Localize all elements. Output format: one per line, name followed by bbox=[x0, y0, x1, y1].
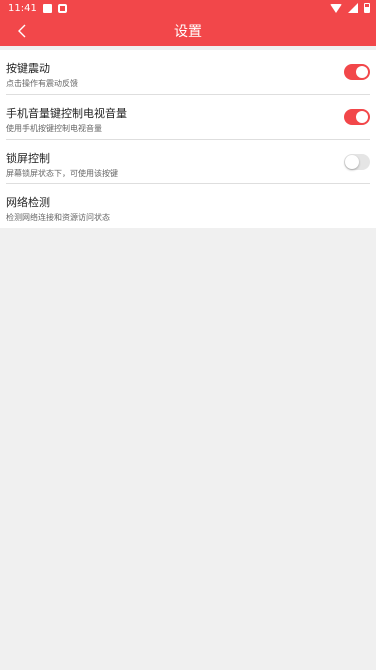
back-button[interactable] bbox=[10, 16, 34, 46]
settings-icon bbox=[57, 3, 67, 13]
nav-bar: 设置 bbox=[0, 16, 376, 46]
toggle-knob bbox=[345, 155, 359, 169]
toggle-knob bbox=[356, 66, 368, 78]
status-icons bbox=[330, 3, 370, 13]
setting-subtitle: 使用手机按键控制电视音量 bbox=[6, 124, 102, 133]
app-header: 11:41 设置 bbox=[0, 0, 376, 46]
notification-square-icon bbox=[42, 3, 52, 13]
setting-key-vibration: 按键震动 点击操作有震动反馈 bbox=[0, 50, 376, 94]
setting-network-check[interactable]: 网络检测 检测网络连接和资源访问状态 bbox=[0, 184, 376, 228]
setting-subtitle: 点击操作有震动反馈 bbox=[6, 79, 78, 88]
setting-subtitle: 屏幕锁屏状态下，可使用该按键 bbox=[6, 169, 118, 178]
lock-screen-toggle[interactable] bbox=[344, 154, 370, 170]
setting-title: 锁屏控制 bbox=[6, 152, 50, 165]
setting-title: 按键震动 bbox=[6, 62, 50, 75]
setting-title: 手机音量键控制电视音量 bbox=[6, 107, 127, 120]
toggle-knob bbox=[356, 111, 368, 123]
setting-volume-key-control: 手机音量键控制电视音量 使用手机按键控制电视音量 bbox=[0, 95, 376, 139]
setting-lock-screen-control: 锁屏控制 屏幕锁屏状态下，可使用该按键 bbox=[0, 140, 376, 184]
wifi-icon bbox=[330, 3, 342, 13]
signal-icon bbox=[348, 3, 358, 13]
volume-key-toggle[interactable] bbox=[344, 109, 370, 125]
settings-list: 按键震动 点击操作有震动反馈 手机音量键控制电视音量 使用手机按键控制电视音量 … bbox=[0, 50, 376, 228]
battery-icon bbox=[364, 3, 370, 13]
chevron-left-icon bbox=[18, 24, 26, 38]
setting-subtitle: 检测网络连接和资源访问状态 bbox=[6, 213, 110, 222]
page-title: 设置 bbox=[174, 24, 202, 40]
setting-title: 网络检测 bbox=[6, 196, 50, 209]
status-bar: 11:41 bbox=[0, 0, 376, 16]
status-time: 11:41 bbox=[8, 2, 37, 14]
key-vibration-toggle[interactable] bbox=[344, 64, 370, 80]
